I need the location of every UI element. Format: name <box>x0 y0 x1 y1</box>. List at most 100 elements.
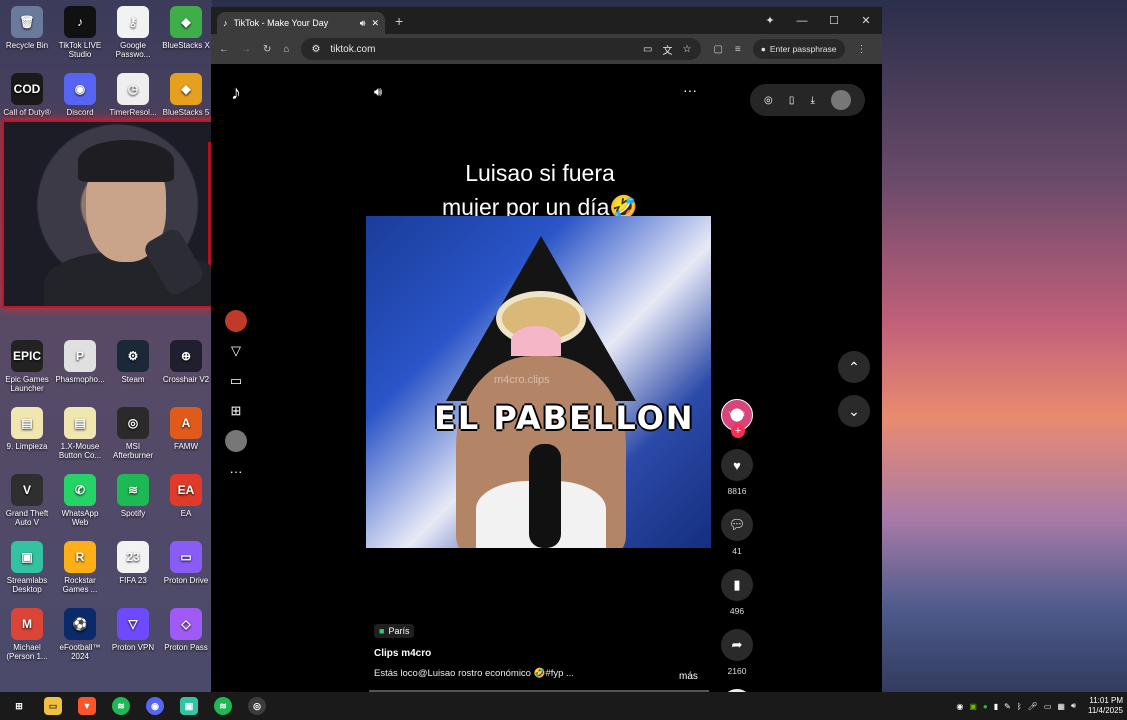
send-icon[interactable]: ▽ <box>225 340 247 362</box>
printer-tray-icon[interactable]: ▭ <box>1044 702 1052 711</box>
mic-tray-icon[interactable]: 🎤︎ <box>1028 702 1038 711</box>
desktop-icon-label: Proton Drive <box>163 576 209 585</box>
home-icon[interactable]: ⌂ <box>283 44 289 55</box>
desktop-app-icon: ◉ <box>64 73 96 105</box>
tab-tiktok[interactable]: ♪ TikTok - Make Your Day 🔊︎ ✕ <box>217 12 385 34</box>
video-player[interactable]: EL PABELLON m4cro.clips <box>366 216 711 548</box>
nvidia-tray-icon[interactable]: ▣ <box>969 702 977 711</box>
like-heart-icon[interactable]: ♥ <box>721 449 753 481</box>
reading-list-icon[interactable]: ≡ <box>735 44 741 55</box>
tiktok-logo-icon[interactable]: ♪ <box>225 82 247 104</box>
close-window-button[interactable]: ✕ <box>850 14 882 27</box>
desktop-icon[interactable]: ◷ TimerResol... <box>107 73 159 117</box>
translate-icon[interactable]: 文 <box>662 42 672 57</box>
forward-icon[interactable]: → <box>241 44 251 55</box>
desktop-icon[interactable]: COD Call of Duty® <box>1 73 53 117</box>
desktop-icon[interactable]: ⚽ eFootball™ 2024 <box>54 608 106 661</box>
desktop-icon[interactable]: P Phasmopho... <box>54 340 106 384</box>
spotify-taskbar-icon[interactable]: ≋ <box>112 697 130 715</box>
desktop-icon[interactable]: ⚷ Google Passwo... <box>107 6 159 59</box>
desktop-icon[interactable]: ▤ 9. Limpieza <box>1 407 53 451</box>
brave-icon[interactable]: ▼ <box>78 697 96 715</box>
coins-icon[interactable]: ◎ <box>764 95 773 106</box>
follow-plus-icon[interactable]: + <box>731 424 745 438</box>
cast-icon[interactable]: ▢ <box>713 44 722 55</box>
next-video-icon[interactable]: ⌄ <box>838 395 870 427</box>
install-app-icon[interactable]: ▭ <box>643 44 652 55</box>
audio-playing-icon[interactable]: 🔊︎ <box>360 18 366 29</box>
previous-video-icon[interactable]: ⌃ <box>838 351 870 383</box>
file-explorer-icon[interactable]: ▭ <box>44 697 62 715</box>
new-tab-button[interactable]: + <box>395 13 403 29</box>
download-icon[interactable]: ⤓ <box>810 95 814 106</box>
volume-tray-icon[interactable]: 🔊︎ <box>1071 701 1076 711</box>
messages-icon[interactable]: ▭ <box>225 370 247 392</box>
desktop-icon[interactable]: EA EA <box>160 474 212 518</box>
bluetooth-tray-icon[interactable]: ᛒ <box>1017 702 1022 711</box>
network-tray-icon[interactable]: ▦ <box>1057 702 1065 711</box>
bookmark-star-icon[interactable]: ☆ <box>682 44 691 55</box>
desktop-icon[interactable]: ◇ Proton Pass <box>160 608 212 652</box>
maximize-button[interactable]: ☐ <box>818 14 850 27</box>
spotify-taskbar-icon-2[interactable]: ≋ <box>214 697 232 715</box>
volume-icon[interactable]: 🔊︎ <box>374 84 382 100</box>
system-clock[interactable]: 11:01 PM 11/4/2025 <box>1088 696 1123 716</box>
author-name[interactable]: Clips m4cro <box>374 648 714 659</box>
creator-avatar[interactable]: VIVIR + <box>721 399 753 438</box>
discord-tray-icon[interactable]: ◉ <box>956 702 963 711</box>
device-icon[interactable]: ▯ <box>789 95 795 106</box>
desktop-icon[interactable]: ▣ Streamlabs Desktop <box>1 541 53 594</box>
desktop-icon-label: Spotify <box>120 509 146 518</box>
bookmark-icon[interactable]: ▮ <box>721 569 753 601</box>
close-tab-icon[interactable]: ✕ <box>371 18 379 29</box>
profile-avatar[interactable] <box>225 430 247 452</box>
desktop-icon[interactable]: ⚙ Steam <box>107 340 159 384</box>
desktop-icon[interactable]: M Michael (Person 1... <box>1 608 53 661</box>
passphrase-button[interactable]: ● Enter passphrase <box>752 39 845 59</box>
desktop-icon[interactable]: ▤ 1.X-Mouse Button Co... <box>54 407 106 460</box>
location-tag[interactable]: ■ París <box>374 624 415 638</box>
live-avatar[interactable] <box>225 310 247 332</box>
desktop-icon[interactable]: 🗑 Recycle Bin <box>1 6 53 50</box>
upload-icon[interactable]: ⊞ <box>225 400 247 422</box>
spotify-tray-icon[interactable]: ● <box>983 702 988 711</box>
streamlabs-taskbar-icon[interactable]: ▣ <box>180 697 198 715</box>
start-button-icon[interactable]: ⊞ <box>10 697 28 715</box>
account-avatar[interactable] <box>830 90 851 110</box>
desktop-icon[interactable]: ✆ WhatsApp Web <box>54 474 106 527</box>
minimize-button[interactable]: — <box>786 15 818 27</box>
desktop-app-icon: ◎ <box>117 407 149 439</box>
desktop-icon[interactable]: ◎ MSI Afterburner <box>107 407 159 460</box>
desktop-icon[interactable]: ◆ BlueStacks X <box>160 6 212 50</box>
desktop-icon[interactable]: ⊕ Crosshair V2 <box>160 340 212 384</box>
desktop-icon[interactable]: ◆ BlueStacks 5 <box>160 73 212 117</box>
desktop-icon[interactable]: EPIC Epic Games Launcher <box>1 340 53 393</box>
back-icon[interactable]: ← <box>219 44 229 55</box>
desktop-app-icon: ▭ <box>170 541 202 573</box>
more-icon[interactable]: ··· <box>225 460 247 482</box>
browser-menu-icon[interactable]: ⋮ <box>857 44 867 55</box>
more-button[interactable]: más <box>679 671 698 682</box>
chrome-taskbar-icon[interactable]: ◎ <box>248 697 266 715</box>
desktop-icon[interactable]: ▽ Proton VPN <box>107 608 159 652</box>
usb-tray-icon[interactable]: ▮ <box>994 702 998 711</box>
site-info-icon[interactable]: ⚙ <box>311 44 320 55</box>
desktop-icon[interactable]: ▭ Proton Drive <box>160 541 212 585</box>
desktop-icon[interactable]: 23 FIFA 23 <box>107 541 159 585</box>
video-options-icon[interactable]: ··· <box>683 82 697 98</box>
desktop-icon[interactable]: V Grand Theft Auto V <box>1 474 53 527</box>
discord-taskbar-icon[interactable]: ◉ <box>146 697 164 715</box>
gemini-icon[interactable]: ✦ <box>754 14 786 27</box>
desktop-icon[interactable]: R Rockstar Games ... <box>54 541 106 594</box>
tools-tray-icon[interactable]: ✎ <box>1004 702 1011 711</box>
desktop-icon-label: Call of Duty® <box>3 108 51 117</box>
desktop-icon[interactable]: ♪ TikTok LIVE Studio <box>54 6 106 59</box>
desktop-icon[interactable]: ◉ Discord <box>54 73 106 117</box>
share-icon[interactable]: ➦ <box>721 629 753 661</box>
reload-icon[interactable]: ↻ <box>263 44 271 55</box>
comment-icon[interactable]: 💬︎ <box>721 509 753 541</box>
desktop-icon[interactable]: A FAMW <box>160 407 212 451</box>
desktop-icon[interactable]: ≋ Spotify <box>107 474 159 518</box>
desktop-app-icon: 🗑 <box>11 6 43 38</box>
url-bar[interactable]: ⚙ tiktok.com ▭ 文 ☆ <box>301 38 702 60</box>
